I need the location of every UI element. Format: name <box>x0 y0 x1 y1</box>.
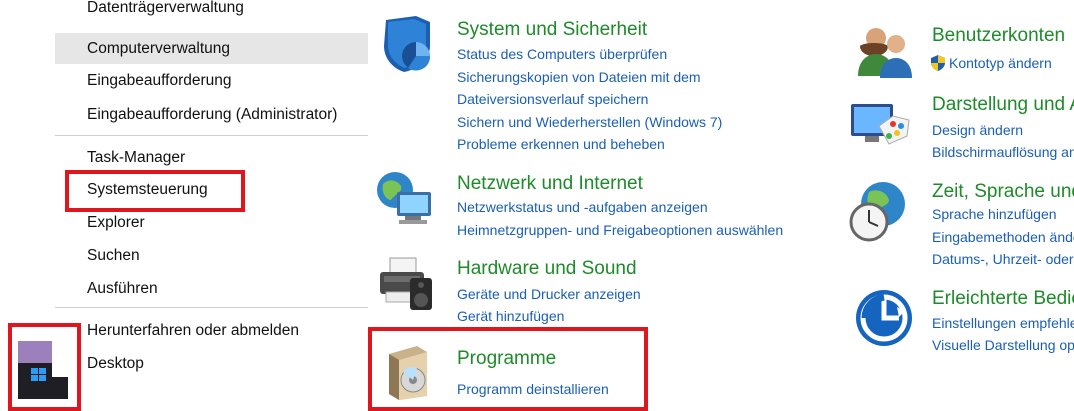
category-link[interactable]: Netzwerkstatus und -aufgaben anzeigen <box>457 197 708 217</box>
category-link[interactable]: Sicherungskopien von Dateien mit dem <box>457 67 701 87</box>
uac-shield-icon <box>931 55 945 71</box>
clock-globe-icon <box>849 180 909 242</box>
menu-separator <box>55 307 368 308</box>
category-title[interactable]: Programme <box>457 348 556 370</box>
menu-item-computerverwaltung[interactable]: Computerverwaltung <box>55 33 368 64</box>
display-palette-icon <box>849 96 910 156</box>
menu-item-suchen[interactable]: Suchen <box>55 240 368 271</box>
category-title[interactable]: Darstellung und Anpassung <box>932 94 1074 116</box>
category-link[interactable]: Datums-, Uhrzeit- oder Zahlenformate änd… <box>932 249 1074 269</box>
menu-item-eingabeaufforderung[interactable]: Eingabeaufforderung <box>55 65 368 96</box>
category-title[interactable]: Zeit, Sprache und Region <box>932 181 1074 203</box>
category-link[interactable]: Design ändern <box>932 120 1074 140</box>
highlight-start-button <box>8 323 81 411</box>
ease-of-access-icon <box>853 287 913 347</box>
printer-speaker-icon <box>376 254 436 314</box>
menu-item-herunterfahren[interactable]: Herunterfahren oder abmelden <box>55 315 368 346</box>
category-link[interactable]: Heimnetzgruppen- und Freigabeoptionen au… <box>457 220 783 240</box>
highlight-systemsteuerung <box>65 170 245 212</box>
category-link[interactable]: Status des Computers überprüfen <box>457 44 667 64</box>
category-link[interactable]: Dateiversionsverlauf speichern <box>457 89 648 109</box>
menu-item-datentraegerverwaltung[interactable]: Datenträgerverwaltung <box>55 0 368 24</box>
category-link[interactable]: Geräte und Drucker anzeigen <box>457 284 641 304</box>
network-globe-icon <box>375 170 435 230</box>
programs-disc-icon <box>383 342 435 402</box>
category-link[interactable]: Kontotyp ändern <box>949 53 1074 73</box>
category-link[interactable]: Sichern und Wiederherstellen (Windows 7) <box>457 112 722 132</box>
category-link[interactable]: Visuelle Darstellung optimieren <box>932 335 1074 355</box>
category-title[interactable]: Netzwerk und Internet <box>457 173 643 195</box>
category-title[interactable]: Erleichterte Bedienung <box>932 288 1074 310</box>
category-link[interactable]: Eingabemethoden ändern <box>932 227 1074 247</box>
category-title[interactable]: System und Sicherheit <box>457 19 647 41</box>
shield-icon <box>378 14 438 74</box>
menu-item-desktop[interactable]: Desktop <box>55 348 368 379</box>
users-icon <box>854 24 914 84</box>
category-link[interactable]: Probleme erkennen und beheben <box>457 134 665 154</box>
category-title[interactable]: Hardware und Sound <box>457 258 637 280</box>
menu-item-task-manager[interactable]: Task-Manager <box>55 142 368 173</box>
menu-item-eingabeaufforderung-admin[interactable]: Eingabeaufforderung (Administrator) <box>55 99 368 130</box>
category-link[interactable]: Programm deinstallieren <box>457 379 609 399</box>
category-link[interactable]: Sprache hinzufügen <box>932 204 1074 224</box>
category-link[interactable]: Einstellungen empfehlen lassen <box>932 313 1074 333</box>
category-title[interactable]: Benutzerkonten <box>932 25 1074 47</box>
menu-separator <box>55 135 368 136</box>
category-link[interactable]: Gerät hinzufügen <box>457 306 564 326</box>
category-link[interactable]: Bildschirmauflösung anpassen <box>932 142 1074 162</box>
menu-item-ausfuehren[interactable]: Ausführen <box>55 273 368 304</box>
